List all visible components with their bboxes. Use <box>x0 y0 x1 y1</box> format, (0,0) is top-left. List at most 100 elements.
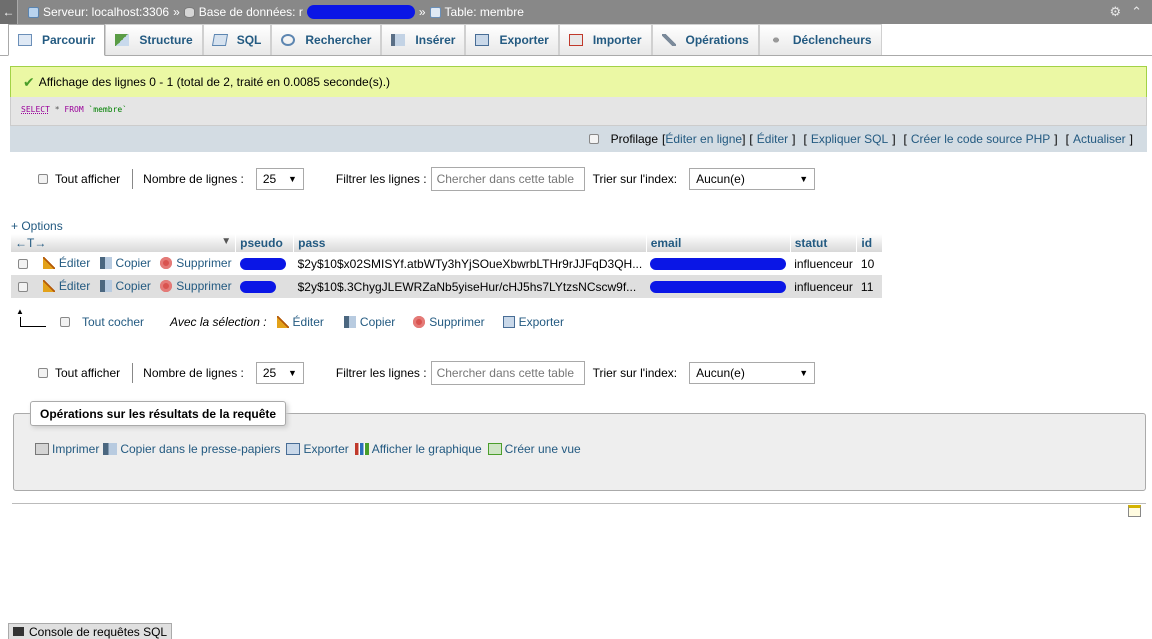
row-copy-link[interactable]: Copier <box>99 256 151 270</box>
tab-insert[interactable]: Insérer <box>381 24 466 55</box>
cell-email[interactable] <box>646 252 791 275</box>
print-link[interactable]: Imprimer <box>52 442 99 456</box>
column-header-pseudo[interactable]: pseudo <box>235 234 294 252</box>
bulk-edit-label: Éditer <box>292 315 324 329</box>
operations-icon <box>661 34 676 46</box>
cell-email[interactable] <box>646 275 791 298</box>
filter-rows-input[interactable]: Chercher dans cette table <box>430 361 585 385</box>
php-code-link[interactable]: Créer le code source PHP <box>911 132 1050 146</box>
copy-icon <box>343 316 356 328</box>
cell-pass[interactable]: $2y$10$x02SMISYf.atbWTy3hYjSOueXbwrbLTHr… <box>293 252 647 275</box>
chevron-down-icon: ▼ <box>287 174 297 184</box>
sort-index-select[interactable]: Aucun(e) ▼ <box>689 362 816 384</box>
check-all-label[interactable]: Tout cocher <box>82 315 144 329</box>
profiling-checkbox[interactable] <box>588 134 599 144</box>
cell-id[interactable]: 10 <box>856 252 882 275</box>
row-checkbox[interactable] <box>17 258 28 269</box>
chevron-down-icon: ▼ <box>799 368 809 378</box>
insert-icon <box>391 34 406 46</box>
row-delete-link[interactable]: Supprimer <box>160 278 232 293</box>
sql-star: * <box>54 105 60 114</box>
sort-arrow-icon[interactable]: ▼ <box>221 236 231 247</box>
column-header-email[interactable]: email <box>645 234 791 252</box>
row-delete-label: Supprimer <box>176 255 232 270</box>
cell-statut[interactable]: influenceur <box>790 275 857 298</box>
breadcrumb-database[interactable]: Base de données: r <box>199 5 303 19</box>
column-header-id[interactable]: id <box>856 234 882 252</box>
row-edit-label: Éditer <box>58 255 91 270</box>
bookmark-note-icon[interactable] <box>1128 505 1141 517</box>
create-view-link[interactable]: Créer une vue <box>505 442 581 456</box>
bulk-copy-button[interactable]: Copier <box>343 315 395 329</box>
with-selection-bar: Tout cocher Avec la sélection : Éditer C… <box>16 307 564 333</box>
export-icon <box>475 34 490 46</box>
tab-sql[interactable]: SQL <box>202 24 272 55</box>
bulk-edit-button[interactable]: Éditer <box>276 315 324 329</box>
explain-sql-link[interactable]: Expliquer SQL <box>811 132 888 146</box>
row-edit-link[interactable]: Éditer <box>42 255 91 270</box>
cell-pseudo[interactable] <box>235 275 294 298</box>
row-actions: Éditer Copier Supprimer <box>10 275 236 298</box>
copy-clipboard-link[interactable]: Copier dans le presse-papiers <box>120 442 280 456</box>
chart-icon <box>354 443 369 455</box>
check-all-checkbox[interactable] <box>60 317 70 327</box>
tab-label: Rechercher <box>305 33 372 47</box>
sql-query-box[interactable]: SELECT * FROM `membre` <box>10 97 1147 126</box>
row-copy-link[interactable]: Copier <box>99 279 151 293</box>
show-all-checkbox[interactable] <box>38 174 48 184</box>
column-header-statut[interactable]: statut <box>789 234 857 252</box>
navigation-row-top: Tout afficher Nombre de lignes : 25 ▼ Fil… <box>38 167 816 191</box>
redaction-mark <box>650 258 787 271</box>
bracket: ] <box>892 132 896 146</box>
rows-select[interactable]: 25 ▼ <box>255 362 304 384</box>
divider <box>132 363 134 383</box>
sort-select-value: Aucun(e) <box>696 172 745 186</box>
success-message: ✔ Affichage des lignes 0 - 1 (total de 2… <box>10 66 1147 97</box>
settings-gear-icon[interactable]: ⚙ <box>1109 4 1121 20</box>
display-chart-link[interactable]: Afficher le graphique <box>372 442 482 456</box>
tab-operations[interactable]: Opérations <box>651 24 759 55</box>
column-header-pass[interactable]: pass <box>293 234 647 252</box>
row-delete-label: Supprimer <box>176 278 232 293</box>
row-delete-link[interactable]: Supprimer <box>160 255 232 270</box>
rows-label: Nombre de lignes : <box>143 366 244 380</box>
cell-statut[interactable]: influenceur <box>790 252 857 275</box>
cell-pseudo[interactable] <box>235 252 294 275</box>
filter-rows-input[interactable]: Chercher dans cette table <box>430 167 585 191</box>
bulk-delete-label: Supprimer <box>429 315 485 329</box>
tab-label: Importer <box>592 33 642 47</box>
sql-keyword-select[interactable]: SELECT <box>21 105 50 114</box>
tab-export[interactable]: Exporter <box>465 24 559 55</box>
edit-link[interactable]: Éditer <box>757 132 788 146</box>
tab-import[interactable]: Importer <box>558 24 652 55</box>
breadcrumb-server[interactable]: Serveur: localhost:3306 <box>43 5 169 19</box>
tab-search[interactable]: Rechercher <box>271 24 382 55</box>
options-link[interactable]: + Options <box>11 219 63 233</box>
rows-select[interactable]: 25 ▼ <box>255 168 304 190</box>
column-resize-arrows[interactable]: ←T→ <box>15 236 46 250</box>
breadcrumb-table[interactable]: Table: membre <box>445 5 524 19</box>
row-edit-link[interactable]: Éditer <box>42 279 90 293</box>
refresh-link[interactable]: Actualiser <box>1073 132 1126 146</box>
bulk-export-button[interactable]: Exporter <box>502 315 564 329</box>
bulk-delete-button[interactable]: Supprimer <box>413 315 485 329</box>
tab-structure[interactable]: Structure <box>105 24 203 55</box>
collapse-nav-button[interactable]: ← <box>0 0 18 24</box>
table-row: Éditer Copier Supprimer $2y$10$.3ChygJLE… <box>10 275 882 298</box>
sort-index-select[interactable]: Aucun(e) ▼ <box>689 168 816 190</box>
tab-triggers[interactable]: Déclencheurs <box>758 24 882 55</box>
console-label: Console de requêtes SQL <box>29 624 168 639</box>
tab-browse[interactable]: Parcourir <box>8 24 106 56</box>
sql-console-tab[interactable]: Console de requêtes SQL <box>8 623 173 639</box>
cell-pass[interactable]: $2y$10$.3ChygJLEWRZaNb5yiseHur/cHJ5hs7LY… <box>293 275 647 298</box>
show-all-checkbox[interactable] <box>38 368 48 378</box>
edit-inline-link[interactable]: Éditer en ligne <box>665 132 742 146</box>
collapse-up-icon[interactable]: ⌃ <box>1131 4 1142 20</box>
export-link[interactable]: Exporter <box>303 442 348 456</box>
database-icon <box>183 6 195 18</box>
bracket: [ <box>903 132 907 146</box>
row-checkbox[interactable] <box>17 281 28 292</box>
cell-id[interactable]: 11 <box>856 275 882 298</box>
bulk-export-label: Exporter <box>518 315 564 329</box>
row-actions: Éditer Copier Supprimer <box>10 252 236 275</box>
